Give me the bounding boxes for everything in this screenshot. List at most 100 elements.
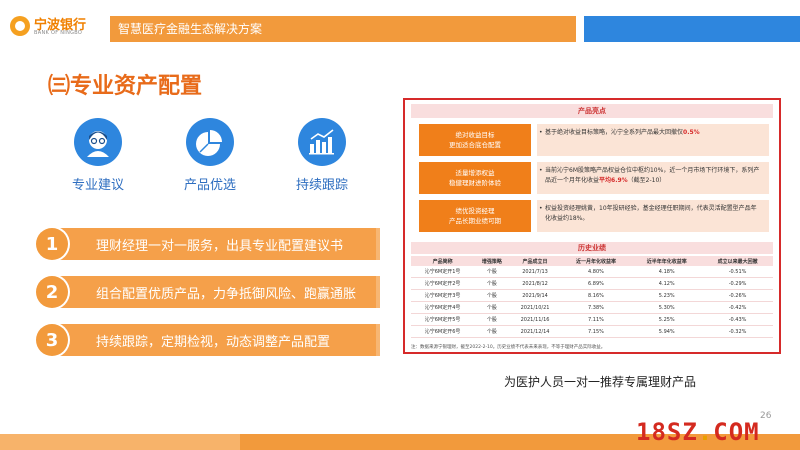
table-cell: 个股 [474,277,510,290]
table-cell: 5.30% [631,301,703,314]
highlight-row: 绝对收益目标 更加适合底仓配置 基于绝对收益目标策略，沁宁全系列产品最大回撤仅0… [419,124,769,156]
highlight-row: 适量增添权益 稳健理财进阶体验 当前沁宁6M股策略产品权益仓位中枢约10%，近一… [419,162,769,194]
table-cell: 2021/9/14 [509,289,561,302]
highlights-title: 产品亮点 [411,104,773,118]
table-cell: 2021/12/14 [509,325,561,338]
column-header: 成立以来最大回撤 [702,256,773,266]
table-cell: 沁宁6M定开4号 [411,301,475,314]
feature-advice: 专业建议 [53,118,143,193]
highlight-label-line2: 产品长期业绩可期 [449,217,501,225]
list-item: 1 理财经理一对一服务，出具专业配置建议书 [36,228,380,262]
item-number: 3 [36,324,68,356]
table-cell: 8.16% [560,289,632,302]
highlight-text-suffix: （截至2-10） [627,177,666,184]
highlight-value: 0.5% [683,129,700,136]
watermark-dot: . [697,418,714,446]
table-cell: -0.51% [702,266,773,278]
table-cell: 5.25% [631,313,703,326]
list-item: 2 组合配置优质产品，力争抵御风险、跑赢通胀 [36,276,380,310]
header-title: 智慧医疗金融生态解决方案 [118,22,263,36]
table-cell: 2021/7/13 [509,266,561,278]
item-text: 理财经理一对一服务，出具专业配置建议书 [96,239,344,254]
list-item: 3 持续跟踪，定期检视，动态调整产品配置 [36,324,380,358]
table-cell: -0.42% [702,301,773,314]
table-cell: 个股 [474,301,510,314]
table-cell: -0.43% [702,313,773,326]
highlight-label-line1: 绩优投资经理 [455,207,495,215]
product-panel: 产品亮点 绝对收益目标 更加适合底仓配置 基于绝对收益目标策略，沁宁全系列产品最… [403,98,781,354]
table-header-row: 产品简称 增强策略 产品成立日 近一月年化收益率 近半年年化收益率 成立以来最大… [411,256,773,266]
table-row: 沁宁6M定开2号 个股 2021/8/12 6.89% 4.12% -0.29% [411,277,773,290]
table-row: 沁宁6M定开6号 个股 2021/12/14 7.15% 5.94% -0.32… [411,325,773,338]
table-note: 注：数据来源宁银理财，截至2022-2-10。历史业绩不代表未来表现，不等于理财… [411,345,606,350]
highlight-detail: 基于绝对收益目标策略，沁宁全系列产品最大回撤仅0.5% [537,124,769,156]
table-row: 沁宁6M定开5号 个股 2021/11/16 7.11% 5.25% -0.43… [411,313,773,326]
table-cell: 2021/11/16 [509,313,561,326]
highlight-text: 基于绝对收益目标策略，沁宁全系列产品最大回撤仅 [545,129,684,136]
feature-label: 产品优选 [183,178,236,193]
table-cell: 7.38% [560,301,632,314]
bank-logo-icon [10,16,30,36]
table-cell: 5.94% [631,325,703,338]
bank-logo: 宁波银行 BANK OF NINGBO [10,14,110,42]
table-row: 沁宁6M定开1号 个股 2021/7/13 4.80% 4.18% -0.51% [411,266,773,278]
footer-accent [0,434,240,450]
table-cell: 2021/10/21 [509,301,561,314]
feature-products: 产品优选 [165,118,255,193]
panel-caption: 为医护人员一对一推荐专属理财产品 [504,375,697,389]
column-header: 近一月年化收益率 [560,256,632,266]
table-cell: 7.11% [560,313,632,326]
watermark-suffix: COM [713,418,760,446]
table-cell: 7.15% [560,325,632,338]
section-title: ㈢专业资产配置 [48,74,203,99]
watermark-text: 18SZ [636,418,698,446]
table-cell: 沁宁6M定开1号 [411,266,475,278]
table-cell: 个股 [474,266,510,278]
table-cell: 沁宁6M定开5号 [411,313,475,326]
highlight-label-line1: 绝对收益目标 [455,131,495,139]
highlight-label: 适量增添权益 稳健理财进阶体验 [419,162,531,194]
highlight-detail: 权益投资经理姚黄，10年投研经验，基金经理任职期间，代表灵活配置型产品年化收益约… [537,200,769,232]
table-cell: -0.26% [702,289,773,302]
watermark: 18SZ.COM [636,418,760,446]
feature-label: 持续跟踪 [295,178,348,193]
table-cell: 4.18% [631,266,703,278]
feature-label: 专业建议 [71,178,124,193]
highlight-label-line2: 更加适合底仓配置 [449,141,501,149]
column-header: 产品简称 [411,256,475,266]
table-row: 沁宁6M定开4号 个股 2021/10/21 7.38% 5.30% -0.42… [411,301,773,314]
history-title: 历史业绩 [411,242,773,254]
table-cell: 个股 [474,313,510,326]
table-cell: 个股 [474,325,510,338]
column-header: 增强策略 [474,256,510,266]
highlight-label-line2: 稳健理财进阶体验 [449,179,501,187]
column-header: 产品成立日 [509,256,561,266]
pie-chart-icon [186,118,234,166]
highlight-label: 绝对收益目标 更加适合底仓配置 [419,124,531,156]
table-cell: 6.89% [560,277,632,290]
highlight-label-line1: 适量增添权益 [455,169,495,177]
item-text: 持续跟踪，定期检视，动态调整产品配置 [96,335,331,350]
header-accent-bar [584,16,800,42]
table-cell: 沁宁6M定开2号 [411,277,475,290]
page-number: 26 [760,411,772,421]
table-cell: 4.12% [631,277,703,290]
bank-name-en: BANK OF NINGBO [34,30,83,36]
highlight-label: 绩优投资经理 产品长期业绩可期 [419,200,531,232]
item-number: 1 [36,228,68,260]
table-cell: 个股 [474,289,510,302]
highlight-row: 绩优投资经理 产品长期业绩可期 权益投资经理姚黄，10年投研经验，基金经理任职期… [419,200,769,232]
feature-tracking: 持续跟踪 [277,118,367,193]
table-cell: 沁宁6M定开3号 [411,289,475,302]
header: 宁波银行 BANK OF NINGBO 智慧医疗金融生态解决方案 [0,0,800,44]
table-cell: 5.23% [631,289,703,302]
table-cell: 2021/8/12 [509,277,561,290]
item-text: 组合配置优质产品，力争抵御风险、跑赢通胀 [96,287,357,302]
column-header: 近半年年化收益率 [631,256,703,266]
table-cell: -0.29% [702,277,773,290]
highlight-value: 平均6.9% [599,177,628,184]
performance-table: 产品简称 增强策略 产品成立日 近一月年化收益率 近半年年化收益率 成立以来最大… [411,256,773,338]
table-row: 沁宁6M定开3号 个股 2021/9/14 8.16% 5.23% -0.26% [411,289,773,302]
bar-chart-icon [298,118,346,166]
highlight-text: 权益投资经理姚黄，10年投研经验，基金经理任职期间，代表灵活配置型产品年化收益约… [545,205,757,222]
